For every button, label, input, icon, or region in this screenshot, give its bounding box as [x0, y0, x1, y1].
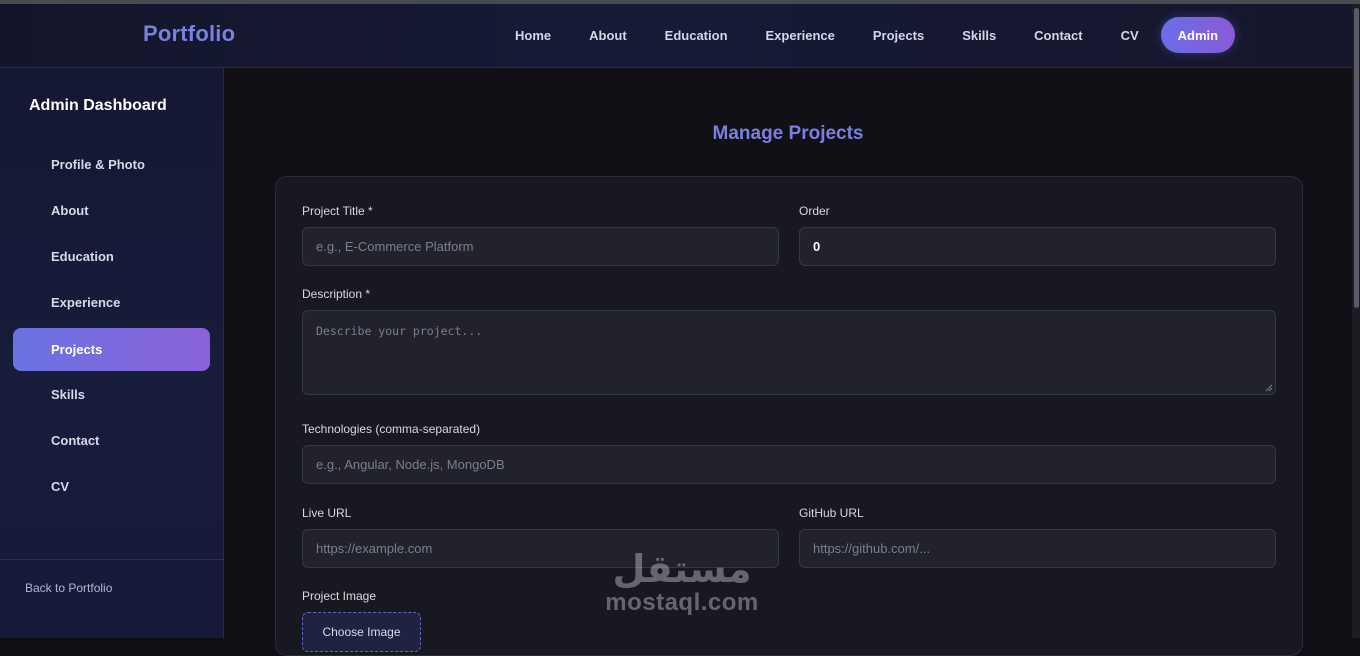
choose-image-button[interactable]: Choose Image: [302, 612, 421, 652]
nav-links: Home About Education Experience Projects…: [496, 17, 1236, 53]
project-image-label: Project Image: [302, 589, 377, 603]
nav-link-contact[interactable]: Contact: [1015, 28, 1101, 43]
back-to-portfolio-link[interactable]: Back to Portfolio: [25, 581, 112, 595]
sidebar-item-experience[interactable]: Experience: [13, 281, 210, 324]
sidebar-item-label: Contact: [51, 433, 100, 448]
github-url-input[interactable]: https://github.com/...: [799, 529, 1276, 568]
watermark: مستقل mostaql.com: [597, 548, 767, 616]
description-placeholder: Describe your project...: [316, 324, 483, 338]
github-url-placeholder: https://github.com/...: [813, 541, 931, 556]
github-url-label: GitHub URL: [799, 506, 864, 520]
watermark-arabic: مستقل: [612, 547, 752, 591]
main-content: Manage Projects Project Title * e.g., E-…: [224, 68, 1352, 656]
project-title-label: Project Title *: [302, 204, 373, 218]
technologies-input[interactable]: e.g., Angular, Node.js, MongoDB: [302, 445, 1276, 484]
order-label: Order: [799, 204, 830, 218]
watermark-latin: mostaql.com: [605, 589, 759, 616]
scrollbar-thumb[interactable]: [1354, 8, 1359, 308]
nav-link-skills[interactable]: Skills: [943, 28, 1015, 43]
sidebar-item-label: Skills: [51, 387, 85, 402]
order-value: 0: [813, 239, 821, 254]
technologies-label: Technologies (comma-separated): [302, 422, 481, 436]
live-url-label: Live URL: [302, 506, 352, 520]
admin-sidebar: Admin Dashboard Profile & Photo About Ed…: [0, 68, 224, 638]
description-textarea[interactable]: Describe your project...: [302, 310, 1276, 395]
resize-handle-icon[interactable]: [1265, 384, 1273, 392]
project-title-input[interactable]: e.g., E-Commerce Platform: [302, 227, 779, 266]
description-label: Description *: [302, 287, 371, 301]
sidebar-item-profile-photo[interactable]: Profile & Photo: [13, 143, 210, 186]
sidebar-item-cv[interactable]: CV: [13, 465, 210, 508]
nav-link-projects[interactable]: Projects: [854, 28, 943, 43]
sidebar-item-label: Experience: [51, 295, 121, 310]
nav-link-education[interactable]: Education: [646, 28, 747, 43]
order-input[interactable]: 0: [799, 227, 1276, 266]
sidebar-item-skills[interactable]: Skills: [13, 373, 210, 416]
sidebar-item-projects[interactable]: Projects: [13, 328, 210, 371]
sidebar-item-contact[interactable]: Contact: [13, 419, 210, 462]
nav-link-home[interactable]: Home: [496, 28, 570, 43]
project-form-card: Project Title * e.g., E-Commerce Platfor…: [275, 176, 1303, 656]
nav-link-about[interactable]: About: [570, 28, 646, 43]
technologies-placeholder: e.g., Angular, Node.js, MongoDB: [316, 457, 505, 472]
project-title-placeholder: e.g., E-Commerce Platform: [316, 239, 474, 254]
sidebar-title: Admin Dashboard: [29, 97, 167, 114]
sidebar-item-label: Projects: [51, 342, 103, 357]
sidebar-divider: [0, 559, 223, 560]
sidebar-item-label: CV: [51, 479, 70, 494]
sidebar-item-label: Education: [51, 249, 114, 264]
sidebar-item-label: Profile & Photo: [51, 157, 145, 172]
top-navbar: Portfolio Home About Education Experienc…: [0, 4, 1352, 68]
sidebar-item-education[interactable]: Education: [13, 235, 210, 278]
live-url-placeholder: https://example.com: [316, 541, 433, 556]
admin-button[interactable]: Admin: [1160, 17, 1236, 53]
page-title: Manage Projects: [712, 123, 864, 144]
sidebar-item-label: About: [51, 203, 89, 218]
nav-link-experience[interactable]: Experience: [747, 28, 854, 43]
brand-logo[interactable]: Portfolio: [143, 21, 235, 47]
sidebar-item-about[interactable]: About: [13, 189, 210, 232]
nav-link-cv[interactable]: CV: [1102, 28, 1158, 43]
